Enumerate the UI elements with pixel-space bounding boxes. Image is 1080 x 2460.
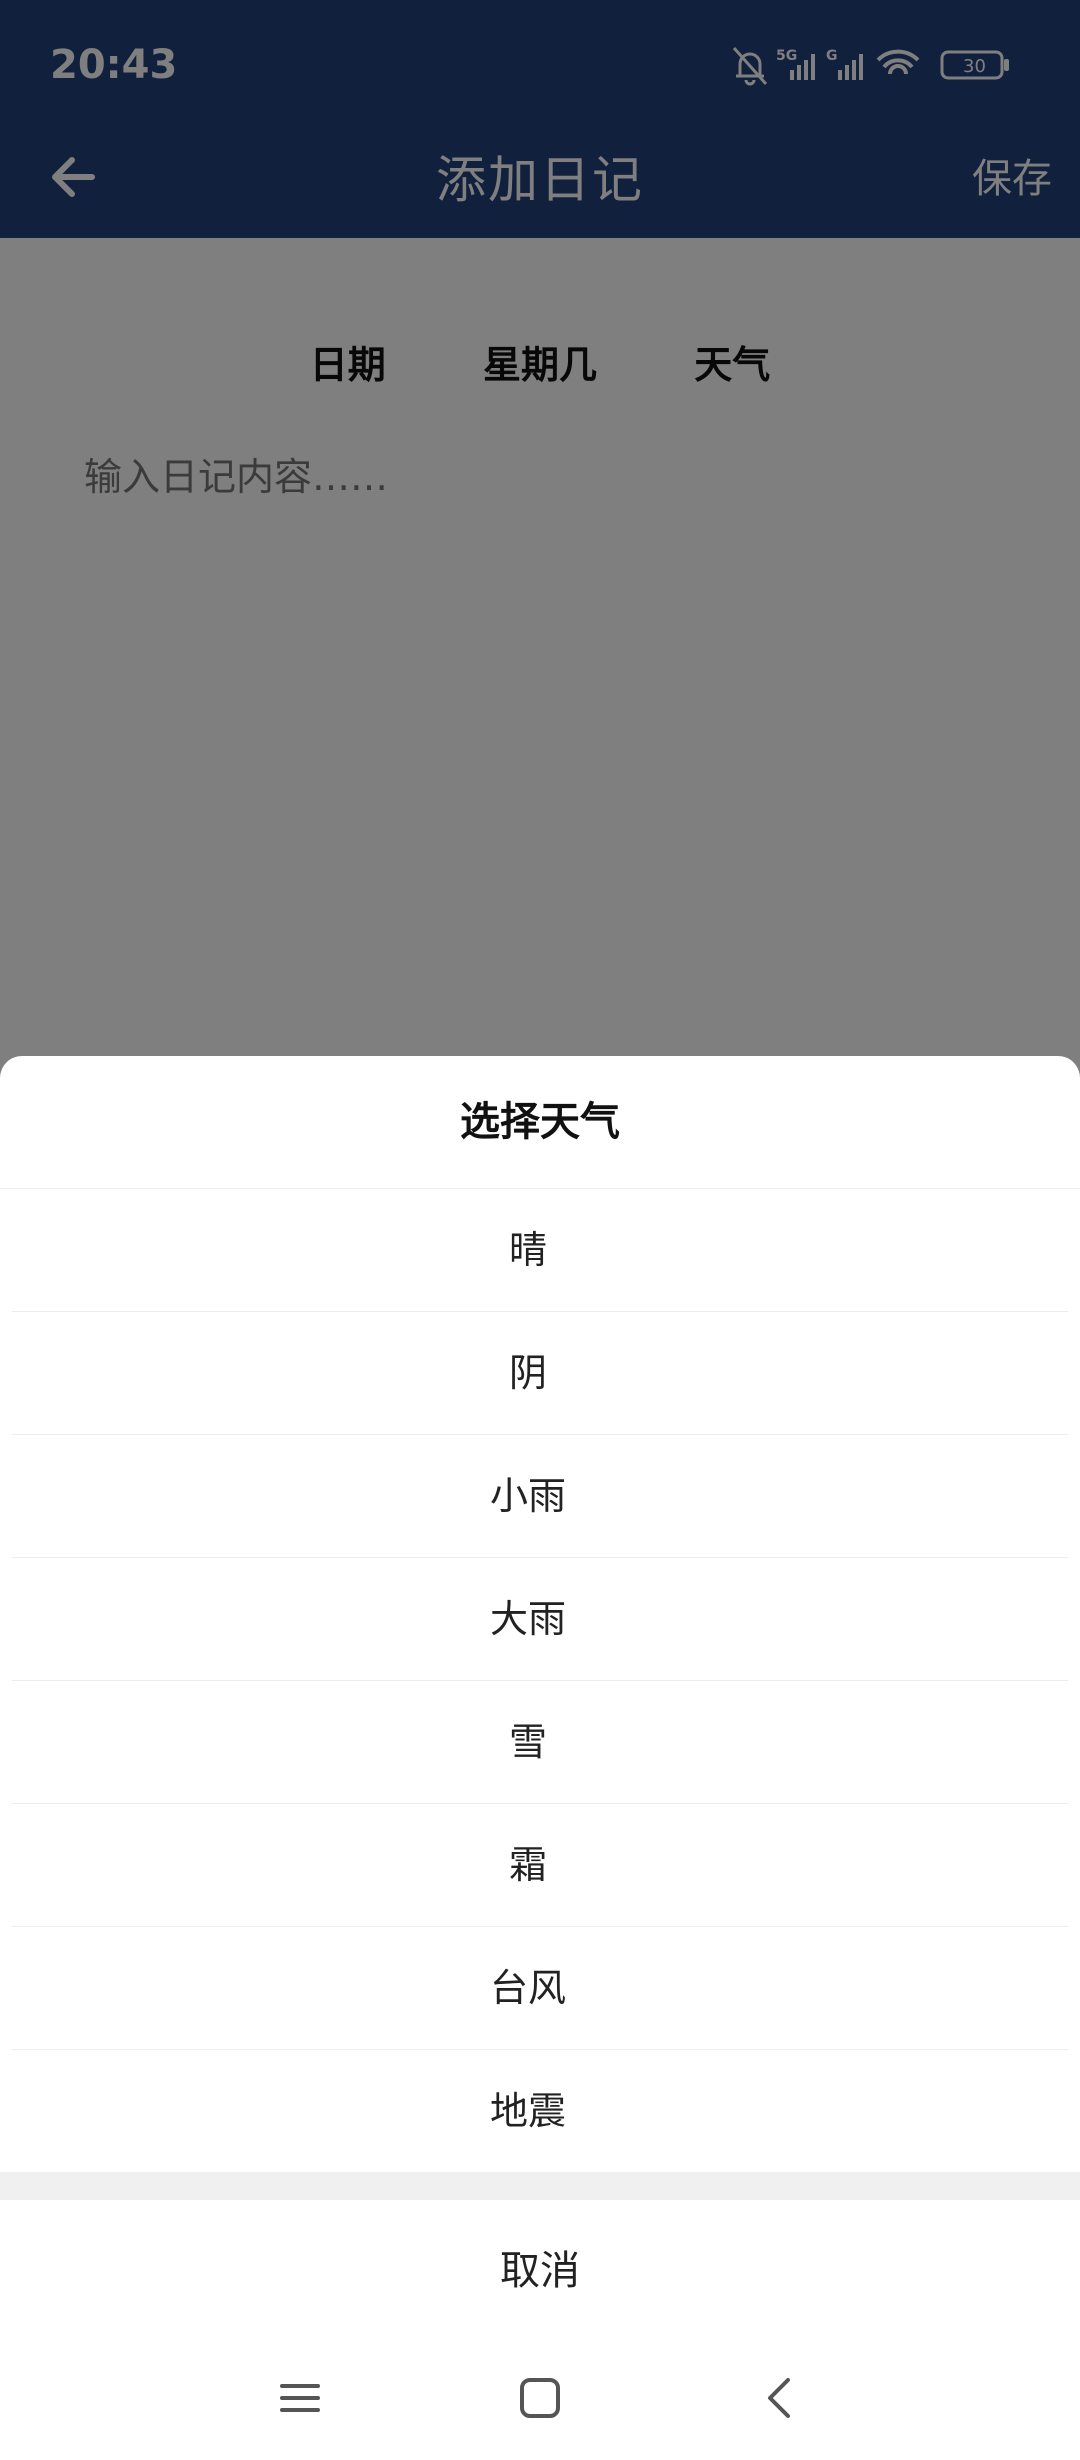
- weather-option[interactable]: 地震: [12, 2050, 1068, 2172]
- sheet-divider: [0, 2172, 1080, 2200]
- weather-picker-sheet: 选择天气 晴 阴 小雨 大雨 雪 霜 台风 地震 取消: [0, 1056, 1080, 2460]
- weather-option[interactable]: 阴: [12, 1312, 1068, 1435]
- system-nav-bar: [0, 2320, 1080, 2460]
- weather-option[interactable]: 晴: [12, 1189, 1068, 1312]
- back-icon[interactable]: [750, 2368, 810, 2428]
- weather-option[interactable]: 小雨: [12, 1435, 1068, 1558]
- weather-option[interactable]: 大雨: [12, 1558, 1068, 1681]
- weather-option[interactable]: 雪: [12, 1681, 1068, 1804]
- weather-option[interactable]: 霜: [12, 1804, 1068, 1927]
- home-icon[interactable]: [510, 2368, 570, 2428]
- menu-icon[interactable]: [270, 2368, 330, 2428]
- weather-option-list: 晴 阴 小雨 大雨 雪 霜 台风 地震: [0, 1189, 1080, 2172]
- sheet-title: 选择天气: [0, 1056, 1080, 1189]
- weather-option[interactable]: 台风: [12, 1927, 1068, 2050]
